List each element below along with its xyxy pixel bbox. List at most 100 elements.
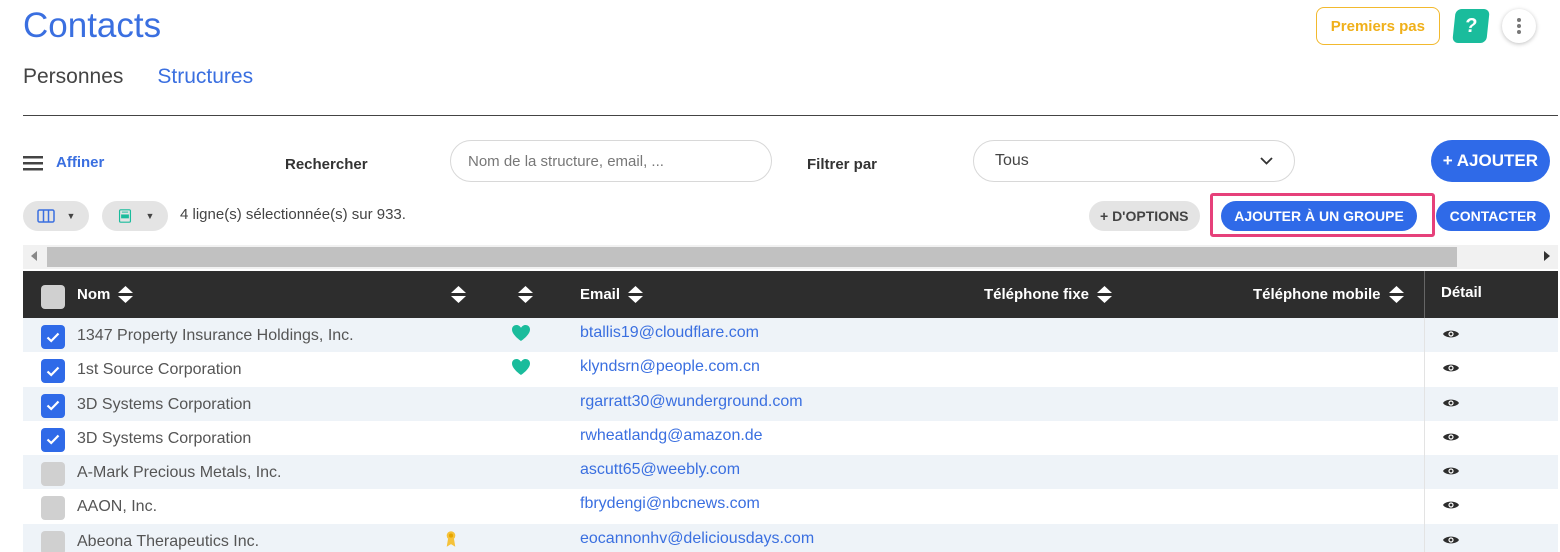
sort-icon xyxy=(118,286,134,303)
email-link[interactable]: klyndsrn@people.com.cn xyxy=(580,358,760,376)
tab-personnes[interactable]: Personnes xyxy=(23,65,123,89)
help-icon: ? xyxy=(1463,14,1479,37)
email-link[interactable]: rwheatlandg@amazon.de xyxy=(580,427,763,445)
eye-icon[interactable] xyxy=(1442,498,1460,516)
sort-icon xyxy=(451,286,466,303)
table-row[interactable]: 1347 Property Insurance Holdings, Inc. bt… xyxy=(23,318,1558,353)
row-checkbox[interactable] xyxy=(41,427,65,452)
structure-name[interactable]: 3D Systems Corporation xyxy=(77,396,251,414)
column-header-email[interactable]: Email xyxy=(580,286,644,303)
award-badge-icon xyxy=(445,530,457,552)
caret-down-icon: ▼ xyxy=(145,211,155,221)
tabs: Personnes Structures xyxy=(23,65,253,89)
row-checkbox[interactable] xyxy=(41,325,65,349)
row-checkbox[interactable] xyxy=(41,393,65,418)
heart-icon[interactable] xyxy=(511,324,531,347)
eye-icon[interactable] xyxy=(1442,396,1460,414)
eye-icon[interactable] xyxy=(1442,361,1460,379)
sort-icon xyxy=(628,286,644,303)
checkmark-icon xyxy=(46,332,60,343)
column-separator xyxy=(1424,455,1425,490)
filter-select[interactable]: Tous xyxy=(973,140,1295,182)
column-header-tel-fixe[interactable]: Téléphone fixe xyxy=(984,286,1113,303)
column-header-detail: Détail xyxy=(1441,284,1482,301)
row-checkbox[interactable] xyxy=(41,496,65,521)
heart-icon[interactable] xyxy=(511,358,531,381)
rechercher-label: Rechercher xyxy=(285,156,368,173)
table-row[interactable]: A-Mark Precious Metals, Inc. ascutt65@wee… xyxy=(23,455,1558,490)
column-header-tel-mobile[interactable]: Téléphone mobile xyxy=(1253,286,1404,303)
table-row[interactable]: Abeona Therapeutics Inc. eocannonhv@delic… xyxy=(23,523,1558,552)
scroll-left-icon[interactable] xyxy=(31,251,37,261)
ajouter-button[interactable]: + AJOUTER xyxy=(1430,140,1550,182)
checkmark-icon xyxy=(46,400,60,411)
email-link[interactable]: eocannonhv@deliciousdays.com xyxy=(580,530,814,548)
column-label: Détail xyxy=(1441,284,1482,301)
email-link[interactable]: ascutt65@weebly.com xyxy=(580,461,740,479)
more-options-button[interactable] xyxy=(1502,9,1536,43)
structure-name[interactable]: 3D Systems Corporation xyxy=(77,430,251,448)
column-label: Email xyxy=(580,286,621,303)
email-link[interactable]: fbrydengi@nbcnews.com xyxy=(580,495,760,513)
column-label: Nom xyxy=(77,286,111,303)
column-separator xyxy=(1424,489,1425,524)
scrollbar-thumb[interactable] xyxy=(47,247,1457,267)
columns-toggle-button[interactable]: ▼ xyxy=(23,201,89,231)
selection-count: 4 ligne(s) sélectionnée(s) sur 933. xyxy=(180,206,406,223)
top-actions: Premiers pas ? xyxy=(1315,7,1536,45)
page-title: Contacts xyxy=(23,6,162,45)
tab-structures[interactable]: Structures xyxy=(157,65,253,89)
add-to-group-button[interactable]: AJOUTER À UN GROUPE xyxy=(1221,201,1417,231)
eye-icon[interactable] xyxy=(1442,533,1460,551)
premiers-pas-button[interactable]: Premiers pas xyxy=(1315,7,1440,45)
column-header-nom[interactable]: Nom xyxy=(77,286,134,303)
structure-name[interactable]: A-Mark Precious Metals, Inc. xyxy=(77,464,282,482)
structure-name[interactable]: Abeona Therapeutics Inc. xyxy=(77,533,259,551)
column-separator xyxy=(1424,318,1425,353)
structures-table: Nom Email Téléphone fixe Téléphone mobil… xyxy=(23,271,1558,552)
horizontal-scrollbar[interactable] xyxy=(23,245,1558,269)
column-separator xyxy=(1424,352,1425,387)
table-row[interactable]: 3D Systems Corporation rwheatlandg@amazon… xyxy=(23,420,1558,456)
caret-down-icon: ▼ xyxy=(66,211,76,221)
select-all-checkbox[interactable] xyxy=(41,285,65,309)
row-checkbox[interactable] xyxy=(41,530,65,552)
help-button[interactable]: ? xyxy=(1452,9,1490,43)
scroll-right-icon[interactable] xyxy=(1544,251,1550,261)
email-link[interactable]: btallis19@cloudflare.com xyxy=(580,324,759,342)
sort-icon xyxy=(1097,286,1113,303)
header-divider xyxy=(23,115,1558,116)
table-toolbar: ▼ ▼ 4 ligne(s) sélectionnée(s) sur 933. … xyxy=(23,193,1550,237)
checkmark-icon xyxy=(46,435,60,445)
filtrer-label: Filtrer par xyxy=(807,156,878,173)
structure-name[interactable]: AAON, Inc. xyxy=(77,498,157,516)
table-row[interactable]: AAON, Inc. fbrydengi@nbcnews.com xyxy=(23,489,1558,524)
hamburger-icon xyxy=(23,155,43,170)
eye-icon[interactable] xyxy=(1442,327,1460,345)
table-row[interactable]: 1st Source Corporation klyndsrn@people.co… xyxy=(23,352,1558,387)
eye-icon[interactable] xyxy=(1442,430,1460,448)
search-input[interactable] xyxy=(450,140,772,182)
export-button[interactable]: ▼ xyxy=(102,201,168,231)
contact-button[interactable]: CONTACTER xyxy=(1436,201,1550,231)
affiner-button[interactable]: Affiner xyxy=(23,154,104,171)
structure-name[interactable]: 1347 Property Insurance Holdings, Inc. xyxy=(77,327,354,345)
column-header-sort-1[interactable] xyxy=(451,286,466,303)
structure-name[interactable]: 1st Source Corporation xyxy=(77,361,242,379)
column-separator xyxy=(1424,523,1425,552)
eye-icon[interactable] xyxy=(1442,464,1460,482)
column-separator xyxy=(1424,271,1425,318)
row-checkbox[interactable] xyxy=(41,359,65,384)
column-separator xyxy=(1424,420,1425,456)
more-options-toolbar-button[interactable]: + D'OPTIONS xyxy=(1089,201,1200,231)
kebab-menu-icon xyxy=(1517,18,1521,34)
columns-icon xyxy=(36,209,55,223)
spreadsheet-export-icon xyxy=(118,209,131,223)
email-link[interactable]: rgarratt30@wunderground.com xyxy=(580,393,803,411)
column-header-sort-2[interactable] xyxy=(518,286,533,303)
table-header: Nom Email Téléphone fixe Téléphone mobil… xyxy=(23,271,1558,318)
table-body: 1347 Property Insurance Holdings, Inc. bt… xyxy=(23,318,1558,552)
table-row[interactable]: 3D Systems Corporation rgarratt30@wunderg… xyxy=(23,386,1558,421)
filter-select-value: Tous xyxy=(995,152,1029,169)
row-checkbox[interactable] xyxy=(41,462,65,487)
